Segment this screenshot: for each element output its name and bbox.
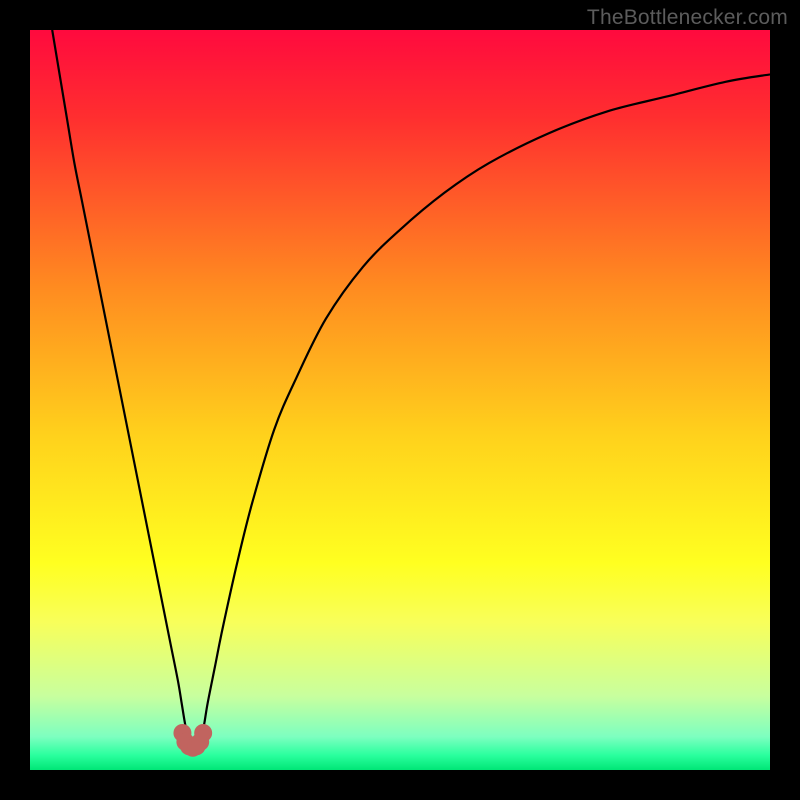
outer-frame: TheBottlenecker.com bbox=[0, 0, 800, 800]
plot-area bbox=[30, 30, 770, 770]
marker-dot bbox=[194, 724, 212, 742]
bottleneck-chart bbox=[30, 30, 770, 770]
gradient-background bbox=[30, 30, 770, 770]
attribution-text: TheBottlenecker.com bbox=[587, 6, 788, 30]
